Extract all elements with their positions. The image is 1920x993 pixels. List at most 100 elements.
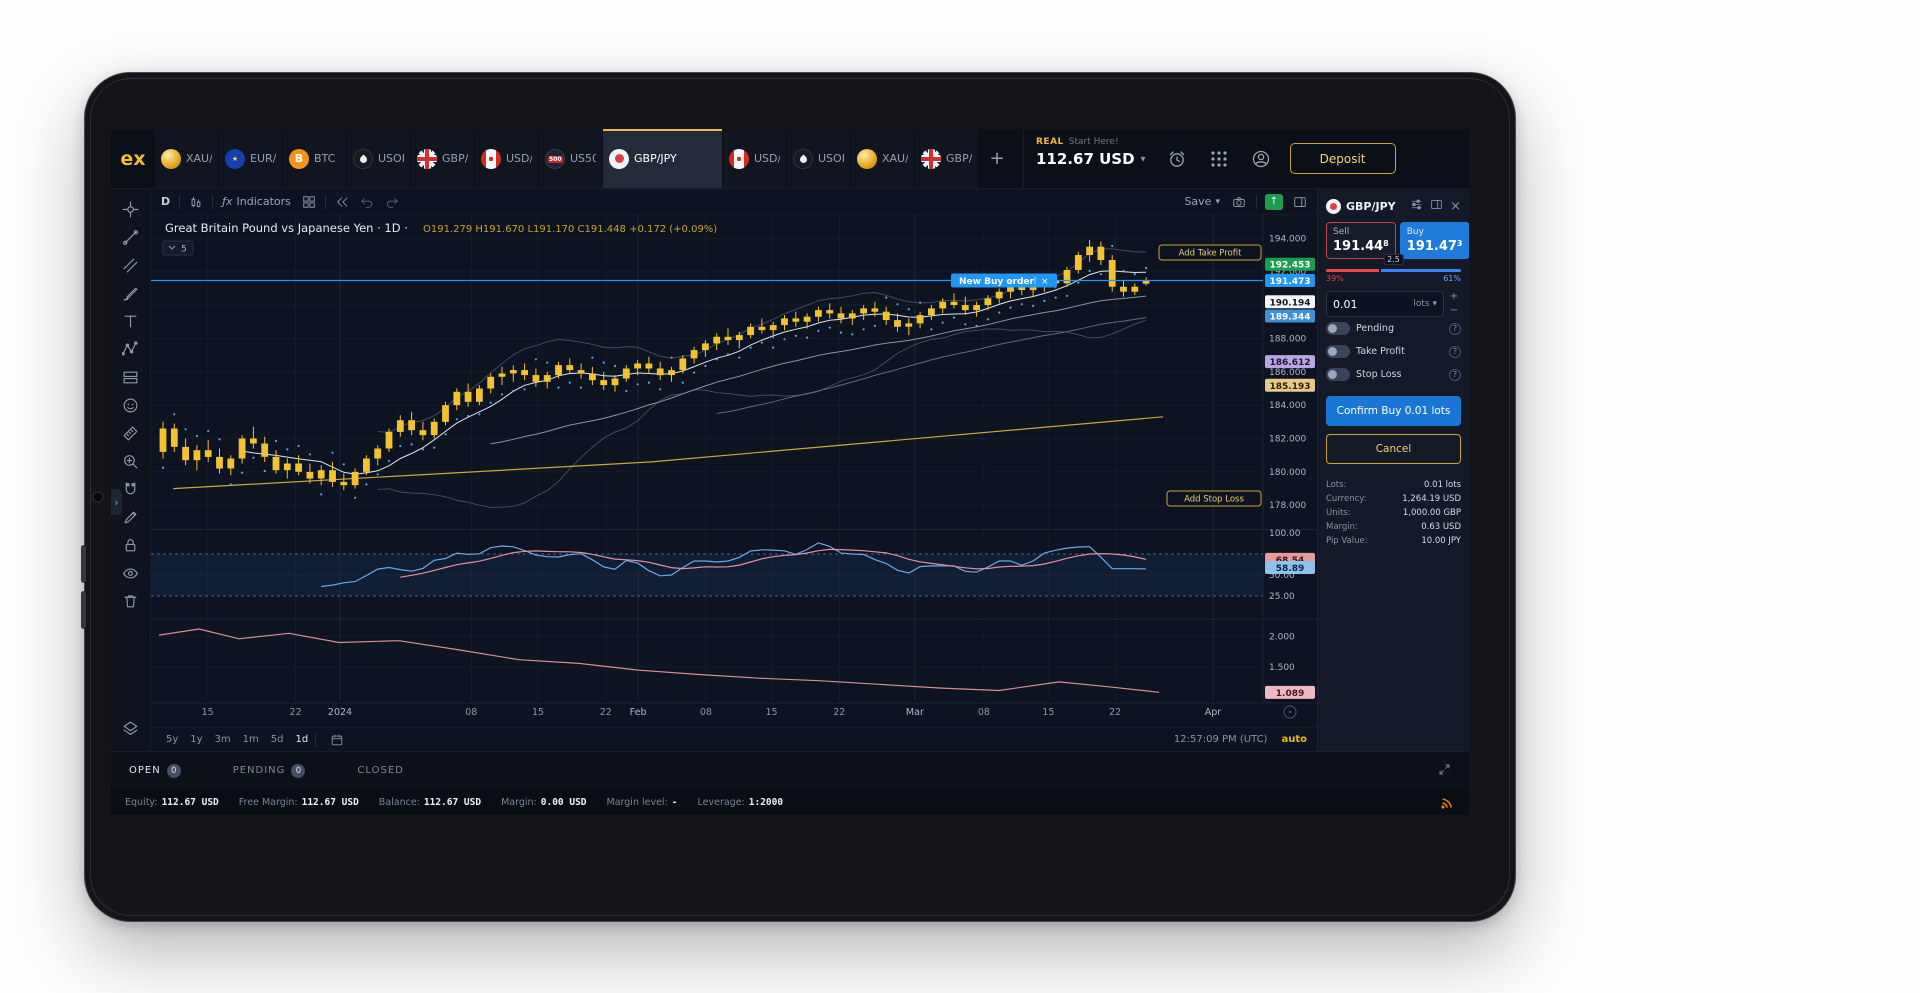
pending-toggle[interactable] [1326, 322, 1350, 335]
instrument-tab-eur[interactable]: EUR/ [219, 129, 283, 188]
indicator-legend[interactable]: 5 [163, 241, 193, 255]
layers-icon [122, 720, 139, 737]
jp-flag-icon [609, 149, 629, 169]
range-1m[interactable]: 1m [238, 732, 264, 747]
help-icon[interactable]: ? [1449, 323, 1461, 335]
range-5d[interactable]: 5d [266, 732, 289, 747]
undo-icon[interactable] [358, 195, 376, 209]
buy-sentiment-segment [1381, 269, 1461, 272]
indicators-button[interactable]: ƒx Indicators [220, 195, 293, 208]
timeframe-button[interactable]: D [159, 195, 172, 208]
instrument-tab-gbp[interactable]: GBP/ [915, 129, 979, 188]
tool-forecast[interactable] [117, 365, 145, 390]
range-3m[interactable]: 3m [210, 732, 236, 747]
instrument-tab-usoi[interactable]: USOI [347, 129, 411, 188]
confirm-buy-button[interactable]: Confirm Buy 0.01 lots [1326, 396, 1461, 426]
buy-button[interactable]: Buy 191.473 [1400, 222, 1469, 259]
quick-buy-button[interactable]: ↑ [1265, 194, 1283, 210]
lock-icon [122, 537, 139, 554]
range-buttons: 5y1y3m1m5d1d [161, 732, 313, 747]
stop-loss-toggle[interactable] [1326, 368, 1350, 381]
dock-panel-icon[interactable] [1430, 198, 1443, 214]
sidebar-expand-handle[interactable]: › [111, 489, 122, 515]
settings-sliders-icon[interactable] [1410, 198, 1423, 214]
lot-unit-dropdown[interactable]: lots ▾ [1413, 299, 1437, 309]
sentiment-bar [1326, 269, 1461, 272]
tool-pattern[interactable] [117, 337, 145, 362]
tab-open-positions[interactable]: OPEN 0 [129, 764, 181, 778]
instrument-tab-usoi[interactable]: USOI [787, 129, 851, 188]
svg-text:22: 22 [290, 707, 302, 718]
tool-zoom-in[interactable] [117, 449, 145, 474]
tool-text[interactable] [117, 309, 145, 334]
separator [212, 195, 213, 209]
chart-type-icon[interactable] [187, 195, 205, 209]
add-instrument-button[interactable]: + [979, 129, 1015, 188]
volume-input[interactable] [1333, 298, 1377, 311]
alarm-icon[interactable] [1156, 129, 1198, 188]
tab-pending-orders[interactable]: PENDING 0 [233, 764, 306, 778]
price-chart[interactable]: New Buy order× Add Take Profit Add Stop Lo… [151, 215, 1317, 727]
save-button[interactable]: Save ▾ [1182, 195, 1222, 208]
chart-title: Great Britain Pound vs Japanese Yen · 1D… [165, 221, 408, 235]
add-stop-loss-pill[interactable]: Add Stop Loss [1167, 491, 1261, 506]
tool-trend-line[interactable] [117, 225, 145, 250]
layout-grid-icon[interactable] [300, 195, 318, 209]
expand-panel-icon[interactable] [1438, 763, 1451, 779]
help-icon[interactable]: ? [1449, 369, 1461, 381]
instrument-tab-us500[interactable]: US500 [539, 129, 603, 188]
instrument-tab-btc[interactable]: BTC [283, 129, 347, 188]
profile-icon[interactable] [1240, 129, 1282, 188]
camera-icon[interactable] [1230, 195, 1248, 209]
tool-channels[interactable] [117, 253, 145, 278]
instrument-tab-label: GBP/ [946, 152, 972, 165]
deposit-button[interactable]: Deposit [1290, 143, 1396, 174]
instrument-tab-xau[interactable]: XAU/ [155, 129, 219, 188]
utc-clock[interactable]: 12:57:09 PM (UTC) [1174, 734, 1268, 745]
cancel-button[interactable]: Cancel [1326, 434, 1461, 464]
pending-toggle-row: Pending ? [1326, 317, 1461, 340]
panel-toggle-icon[interactable] [1291, 195, 1309, 209]
tool-measure[interactable] [117, 421, 145, 446]
apps-grid-icon[interactable] [1198, 129, 1240, 188]
range-bar: 5y1y3m1m5d1d 12:57:09 PM (UTC) auto [151, 727, 1317, 751]
order-panel: GBP/JPY × Sell 191.448 Buy [1317, 189, 1469, 751]
tool-crosshair[interactable] [117, 197, 145, 222]
range-1y[interactable]: 1y [185, 732, 207, 747]
svg-text:08: 08 [978, 707, 990, 718]
tab-closed-positions[interactable]: CLOSED [357, 765, 403, 776]
take-profit-toggle[interactable] [1326, 345, 1350, 358]
new-buy-order-pill[interactable]: New Buy order× [951, 274, 1057, 288]
emoji-icon [122, 397, 139, 414]
tool-layers[interactable] [117, 716, 145, 741]
status-margin-level: Margin level:- [607, 797, 678, 808]
instrument-tab-xau[interactable]: XAU/ [851, 129, 915, 188]
tool-trash[interactable] [117, 589, 145, 614]
tool-brush[interactable] [117, 281, 145, 306]
pencil-icon [122, 509, 139, 526]
account-switcher[interactable]: REAL Start Here! 112.67 USD ▾ [1023, 129, 1156, 188]
instrument-tab-usd[interactable]: USD/ [475, 129, 539, 188]
buy-price-pip: 3 [1457, 239, 1463, 248]
redo-icon[interactable] [383, 195, 401, 209]
instrument-tab-gbpjpy[interactable]: GBP/JPY [603, 129, 723, 188]
instrument-tab-gbp[interactable]: GBP/ [411, 129, 475, 188]
volume-increase-button[interactable]: + [1447, 291, 1461, 303]
close-icon[interactable]: × [1450, 200, 1461, 213]
auto-scale-toggle[interactable]: auto [1281, 734, 1307, 745]
exness-logo[interactable]: ex [111, 129, 155, 188]
tool-lock[interactable] [117, 533, 145, 558]
tool-emoji[interactable] [117, 393, 145, 418]
range-1d[interactable]: 1d [291, 732, 314, 747]
status-bar: Equity:112.67 USD Free Margin:112.67 USD… [111, 789, 1469, 815]
svg-text:1.089: 1.089 [1276, 689, 1304, 699]
volume-decrease-button[interactable]: − [1447, 305, 1461, 317]
go-to-date-icon[interactable] [324, 732, 350, 748]
tool-eye[interactable] [117, 561, 145, 586]
magnet-icon [122, 481, 139, 498]
help-icon[interactable]: ? [1449, 346, 1461, 358]
add-take-profit-pill[interactable]: Add Take Profit [1159, 245, 1261, 260]
instrument-tab-usd[interactable]: USD/ [723, 129, 787, 188]
replay-icon[interactable] [333, 195, 351, 209]
range-5y[interactable]: 5y [161, 732, 183, 747]
